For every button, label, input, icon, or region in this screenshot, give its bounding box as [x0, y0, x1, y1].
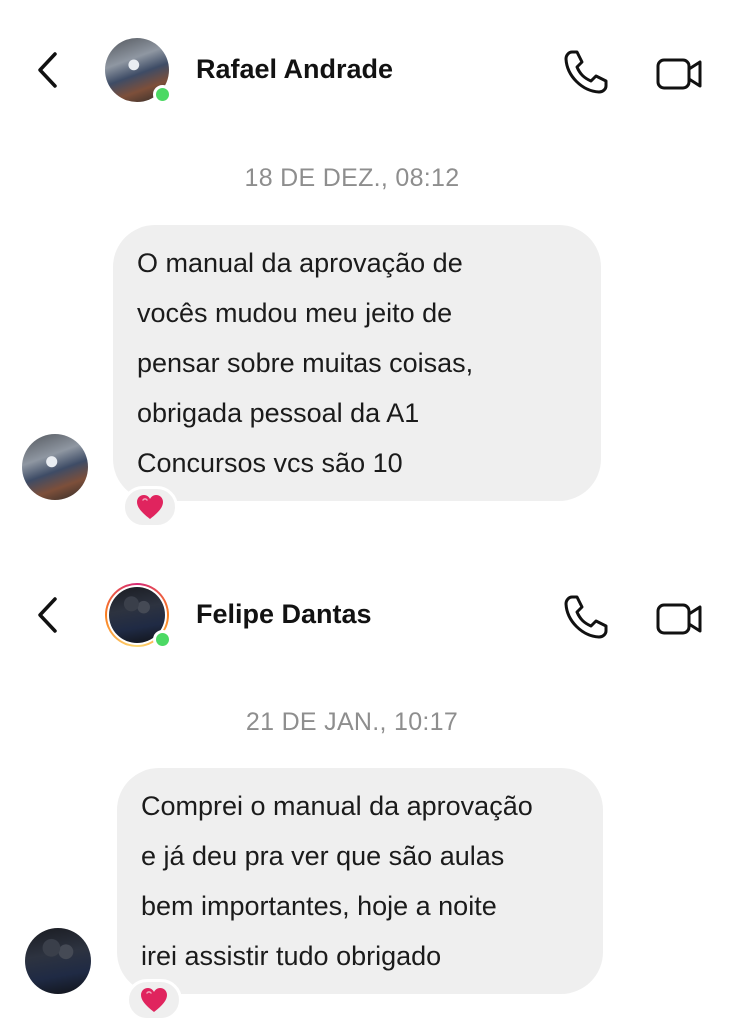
message-timestamp: 18 DE DEZ., 08:12 — [244, 164, 460, 192]
avatar-photo — [22, 434, 88, 500]
avatar-photo — [25, 928, 91, 994]
conversation-rafael: Rafael Andrade 18 DE DEZ., 08:12 O manua… — [0, 0, 738, 545]
message-line: vocês mudou meu jeito de — [137, 298, 453, 328]
online-indicator — [153, 85, 172, 104]
message-line: obrigada pessoal da A1 — [137, 398, 420, 428]
online-indicator — [153, 630, 172, 649]
sender-avatar[interactable] — [22, 434, 88, 500]
video-camera-icon — [656, 603, 702, 635]
conversation-felipe: Felipe Dantas 21 DE JAN., 10:17 Comprei … — [0, 545, 738, 1024]
phone-icon — [564, 50, 608, 94]
contact-avatar[interactable] — [105, 38, 172, 104]
message-line: Concursos vcs são 10 — [137, 448, 403, 478]
heart-icon — [141, 988, 167, 1012]
back-button[interactable] — [30, 593, 64, 637]
message-line: Comprei o manual da aprovação — [141, 791, 533, 821]
message-timestamp: 21 DE JAN., 10:17 — [245, 708, 459, 736]
chat-header: Felipe Dantas — [0, 545, 738, 685]
message-line: bem importantes, hoje a noite — [141, 891, 497, 921]
heart-icon — [137, 495, 163, 519]
chevron-left-icon — [38, 52, 57, 88]
chat-header: Rafael Andrade — [0, 0, 738, 140]
video-call-button[interactable] — [652, 52, 708, 96]
contact-name[interactable]: Felipe Dantas — [196, 599, 372, 630]
contact-avatar[interactable] — [105, 583, 172, 649]
video-camera-icon — [656, 58, 702, 90]
back-button[interactable] — [30, 48, 64, 92]
chevron-left-icon — [38, 597, 57, 633]
contact-name[interactable]: Rafael Andrade — [196, 54, 393, 85]
message-line: e já deu pra ver que são aulas — [141, 841, 505, 871]
sender-avatar[interactable] — [25, 928, 91, 994]
message-bubble[interactable]: Comprei o manual da aprovação e já deu p… — [117, 768, 603, 994]
reaction-badge[interactable] — [126, 979, 182, 1021]
message-bubble[interactable]: O manual da aprovação de vocês mudou meu… — [113, 225, 601, 501]
call-button[interactable] — [560, 591, 614, 643]
message-line: O manual da aprovação de — [137, 248, 463, 278]
message-line: pensar sobre muitas coisas, — [137, 348, 474, 378]
call-button[interactable] — [560, 46, 614, 98]
phone-icon — [564, 595, 608, 639]
video-call-button[interactable] — [652, 597, 708, 641]
message-line: irei assistir tudo obrigado — [141, 941, 442, 971]
reaction-badge[interactable] — [122, 486, 178, 528]
